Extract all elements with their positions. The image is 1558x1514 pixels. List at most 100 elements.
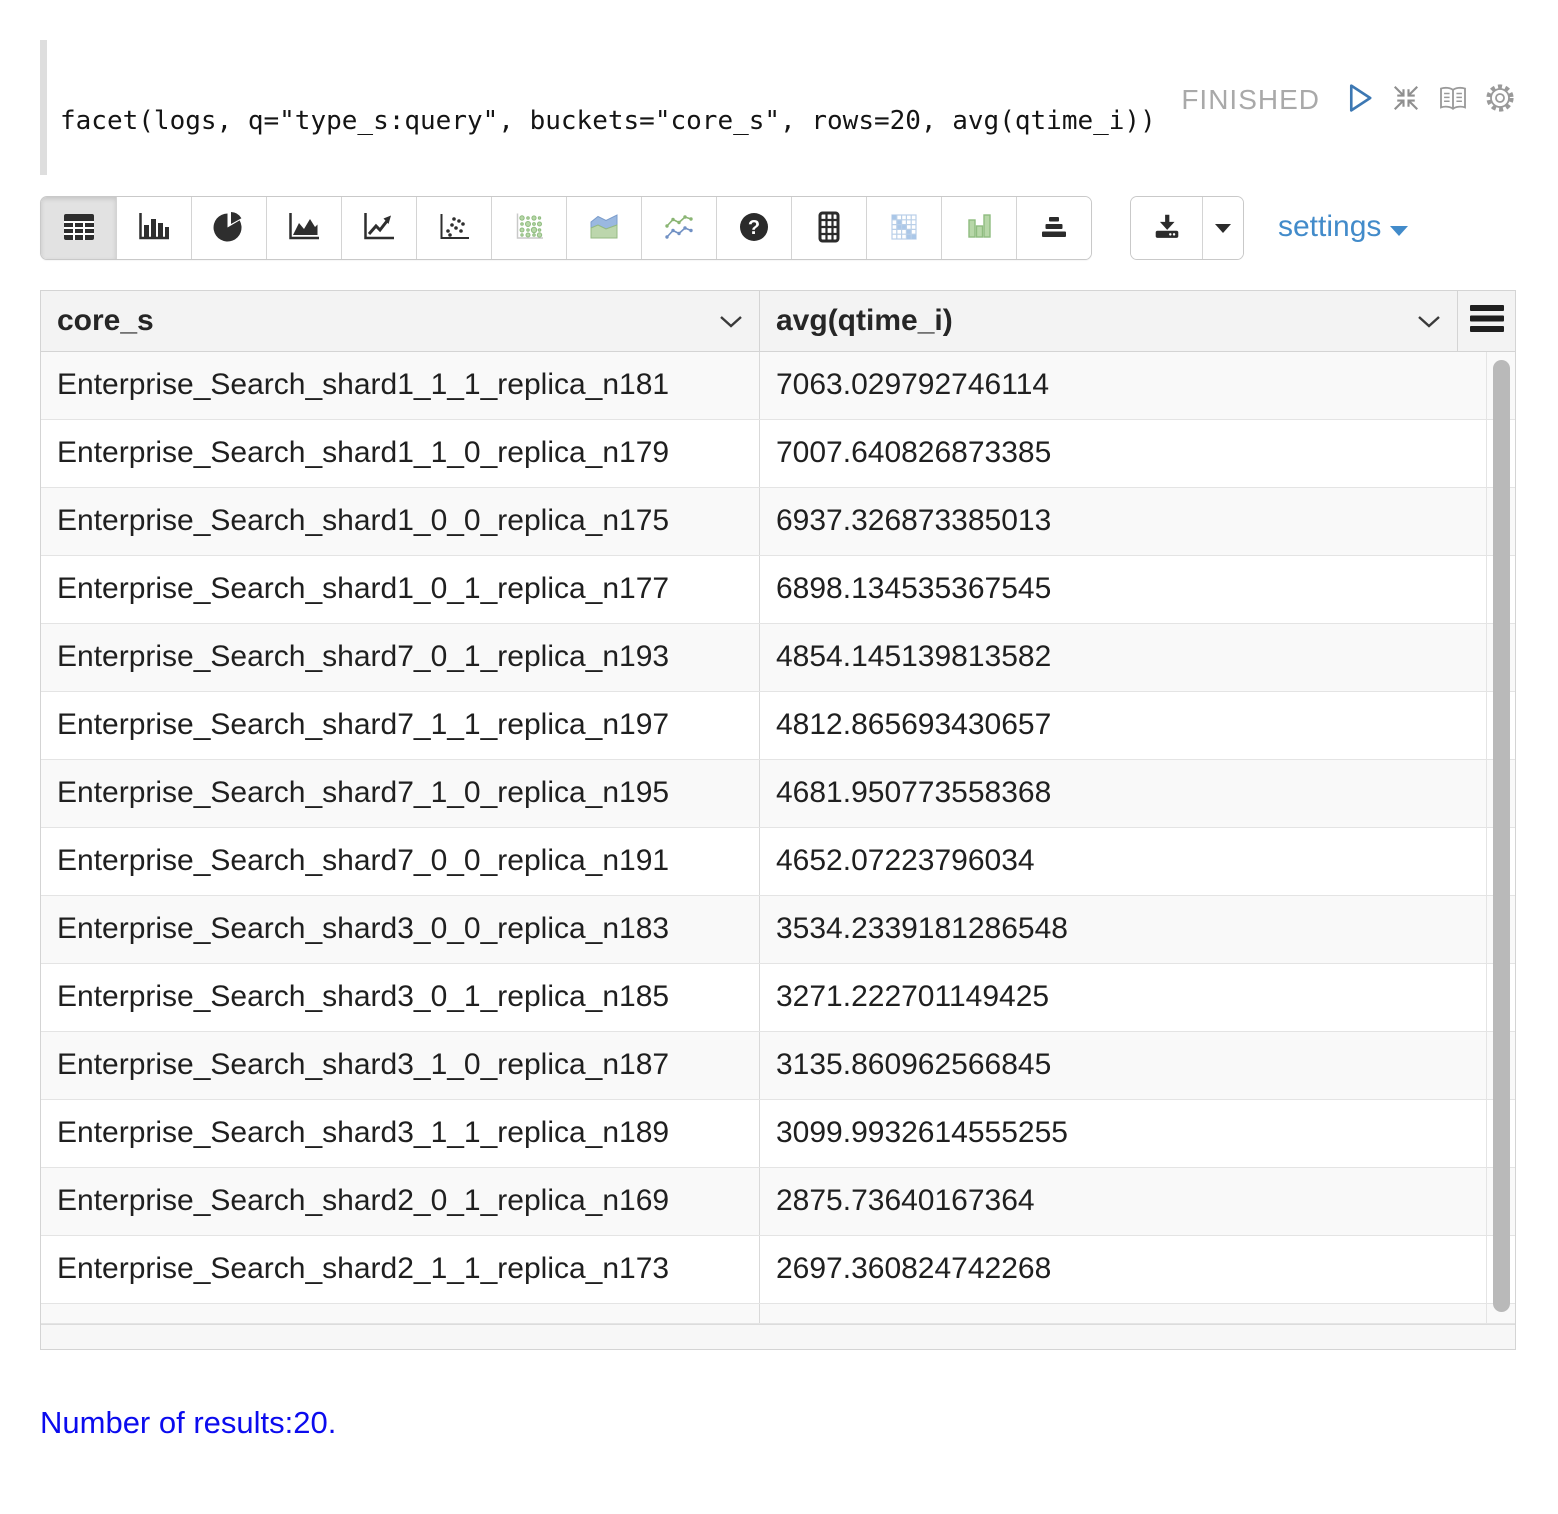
heatmap-button[interactable] <box>866 197 941 259</box>
table-row: Enterprise_Search_shard3_1_0_replica_n18… <box>41 1032 1515 1100</box>
bubble-chart-icon <box>511 210 547 247</box>
avg-qtime-cell: 4681.950773558368 <box>760 760 1487 827</box>
status-badge: FINISHED <box>1181 84 1320 116</box>
chevron-down-icon[interactable] <box>719 315 743 328</box>
table-row: Enterprise_Search_shard1_0_0_replica_n17… <box>41 488 1515 556</box>
caret-down-icon <box>1390 210 1408 244</box>
download-button[interactable] <box>1131 197 1202 259</box>
stacked-area-chart-icon <box>586 210 622 247</box>
notebook-paragraph: FINISHED <box>0 40 1558 1441</box>
chart-type-button-group: ? <box>40 196 1092 260</box>
table-row: Enterprise_Search_shard7_1_1_replica_n19… <box>41 692 1515 760</box>
column-header-avg-qtime[interactable]: avg(qtime_i) <box>760 291 1458 351</box>
bubble-chart-button[interactable] <box>491 197 566 259</box>
scatter-chart-button[interactable] <box>416 197 491 259</box>
core-s-cell: Enterprise_Search_shard7_1_1_replica_n19… <box>41 692 760 759</box>
settings-dropdown[interactable]: settings <box>1278 210 1408 244</box>
line-chart-button[interactable] <box>341 197 416 259</box>
paragraph-settings-button[interactable] <box>1484 82 1516 117</box>
core-s-cell: Enterprise_Search_shard1_0_0_replica_n17… <box>41 488 760 555</box>
table-row: Enterprise_Search_shard3_0_1_replica_n18… <box>41 964 1515 1032</box>
avg-qtime-cell: 3099.9932614555255 <box>760 1100 1487 1167</box>
multi-line-chart-icon <box>661 210 697 247</box>
core-s-cell: Enterprise_Search_shard1_1_0_replica_n17… <box>41 420 760 487</box>
horizontal-scrollbar[interactable] <box>41 1324 1515 1349</box>
scatter-chart-icon <box>436 210 472 247</box>
vertical-scrollbar[interactable] <box>1493 360 1510 1312</box>
help-icon: ? <box>737 210 771 247</box>
grouped-bar-chart-icon <box>962 210 996 247</box>
ranges-chart-button[interactable] <box>1016 197 1091 259</box>
svg-text:?: ? <box>748 217 760 239</box>
help-button[interactable]: ? <box>716 197 791 259</box>
visualization-toolbar: ? <box>40 196 1516 260</box>
table-view-button[interactable] <box>41 197 116 259</box>
gear-icon <box>1484 82 1516 117</box>
results-table: core_s avg(qtime_i) <box>40 290 1516 1350</box>
settings-label: settings <box>1278 210 1381 244</box>
bar-chart-button[interactable] <box>116 197 191 259</box>
hamburger-icon <box>1470 305 1504 337</box>
area-chart-button[interactable] <box>266 197 341 259</box>
grouped-bar-chart-button[interactable] <box>941 197 1016 259</box>
table-row-partial <box>41 1304 1515 1324</box>
table-icon <box>61 210 97 247</box>
compress-icon <box>1390 83 1422 116</box>
run-button[interactable] <box>1345 82 1375 117</box>
table-row: Enterprise_Search_shard1_1_0_replica_n17… <box>41 420 1515 488</box>
multi-line-chart-button[interactable] <box>641 197 716 259</box>
grid-menu-button[interactable] <box>1458 291 1515 351</box>
table-row: Enterprise_Search_shard1_0_1_replica_n17… <box>41 556 1515 624</box>
core-s-cell: Enterprise_Search_shard3_0_0_replica_n18… <box>41 896 760 963</box>
results-count-text: Number of results:20. <box>40 1405 1516 1441</box>
report-view-button[interactable] <box>1437 84 1469 116</box>
core-s-cell: Enterprise_Search_shard3_1_1_replica_n18… <box>41 1100 760 1167</box>
core-s-cell: Enterprise_Search_shard7_1_0_replica_n19… <box>41 760 760 827</box>
table-row: Enterprise_Search_shard3_0_0_replica_n18… <box>41 896 1515 964</box>
caret-down-icon <box>1215 221 1231 236</box>
heatmap-icon <box>887 210 921 247</box>
pie-chart-icon <box>212 210 246 247</box>
stacked-area-chart-button[interactable] <box>566 197 641 259</box>
avg-qtime-cell: 2875.73640167364 <box>760 1168 1487 1235</box>
table-row: Enterprise_Search_shard7_0_1_replica_n19… <box>41 624 1515 692</box>
table-row: Enterprise_Search_shard3_1_1_replica_n18… <box>41 1100 1515 1168</box>
avg-qtime-cell: 3135.860962566845 <box>760 1032 1487 1099</box>
bar-chart-icon <box>136 210 172 247</box>
table-body: Enterprise_Search_shard1_1_1_replica_n18… <box>41 352 1515 1349</box>
download-options-button[interactable] <box>1202 197 1243 259</box>
pie-chart-button[interactable] <box>191 197 266 259</box>
core-s-cell: Enterprise_Search_shard7_0_0_replica_n19… <box>41 828 760 895</box>
core-s-cell: Enterprise_Search_shard3_1_0_replica_n18… <box>41 1032 760 1099</box>
avg-qtime-cell: 3271.222701149425 <box>760 964 1487 1031</box>
column-header-label: core_s <box>57 304 154 338</box>
avg-qtime-cell: 2697.360824742268 <box>760 1236 1487 1303</box>
core-s-cell: Enterprise_Search_shard7_0_1_replica_n19… <box>41 624 760 691</box>
collapse-button[interactable] <box>1390 83 1422 116</box>
line-chart-icon <box>361 210 397 247</box>
avg-qtime-cell: 4812.865693430657 <box>760 692 1487 759</box>
avg-qtime-cell: 4652.07223796034 <box>760 828 1487 895</box>
book-icon <box>1437 84 1469 116</box>
table-row: Enterprise_Search_shard7_0_0_replica_n19… <box>41 828 1515 896</box>
table-header-row: core_s avg(qtime_i) <box>41 291 1515 352</box>
table-row: Enterprise_Search_shard2_0_1_replica_n16… <box>41 1168 1515 1236</box>
paragraph-control-bar: FINISHED <box>1181 82 1516 117</box>
table-rows: Enterprise_Search_shard1_1_1_replica_n18… <box>41 352 1515 1324</box>
avg-qtime-cell: 4854.145139813582 <box>760 624 1487 691</box>
avg-qtime-cell: 6898.134535367545 <box>760 556 1487 623</box>
column-header-core-s[interactable]: core_s <box>41 291 760 351</box>
avg-qtime-cell: 6937.326873385013 <box>760 488 1487 555</box>
play-icon <box>1345 82 1375 117</box>
core-s-cell: Enterprise_Search_shard2_0_1_replica_n16… <box>41 1168 760 1235</box>
download-icon <box>1151 211 1183 246</box>
core-s-cell: Enterprise_Search_shard1_1_1_replica_n18… <box>41 352 760 419</box>
avg-qtime-cell: 7063.029792746114 <box>760 352 1487 419</box>
area-chart-icon <box>286 210 322 247</box>
table-row: Enterprise_Search_shard7_1_0_replica_n19… <box>41 760 1515 828</box>
pivot-table-button[interactable] <box>791 197 866 259</box>
ranges-chart-icon <box>1037 210 1071 247</box>
core-s-cell: Enterprise_Search_shard1_0_1_replica_n17… <box>41 556 760 623</box>
chevron-down-icon[interactable] <box>1417 315 1441 328</box>
core-s-cell: Enterprise_Search_shard3_0_1_replica_n18… <box>41 964 760 1031</box>
